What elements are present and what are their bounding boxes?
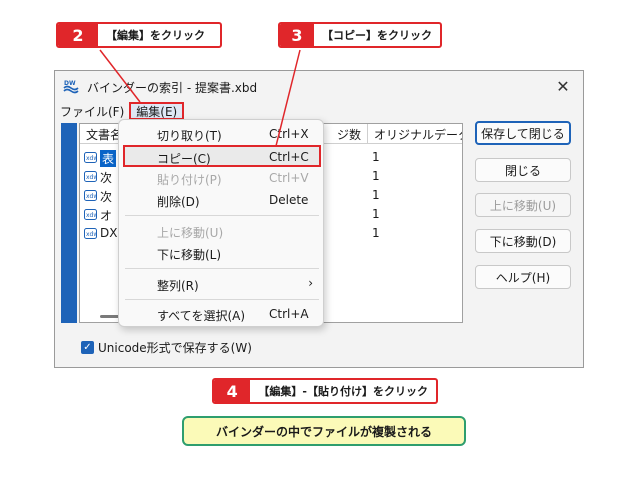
check-icon[interactable]: ✓ xyxy=(81,341,94,354)
unicode-save-label: Unicode形式で保存する(W) xyxy=(98,341,252,355)
callout-step-3: 3 【コピー】をクリック xyxy=(278,22,442,48)
title-bar: DW バインダーの索引 - 提案書.xbd ✕ xyxy=(55,71,583,101)
menu-edit[interactable]: 編集(E) xyxy=(129,102,185,120)
row-count: 1 xyxy=(372,226,380,240)
menu-item-move-up[interactable]: 上に移動(U) xyxy=(123,221,321,241)
menu-item-cut[interactable]: 切り取り(T) Ctrl+X xyxy=(123,124,321,144)
row-name: DX xyxy=(100,226,118,240)
menu-item-delete-shortcut: Delete xyxy=(269,193,309,207)
menu-separator xyxy=(125,299,319,300)
edit-menu-dropdown: 切り取り(T) Ctrl+X コピー(C) Ctrl+C 貼り付け(P) Ctr… xyxy=(118,119,324,327)
callout-step-3-text: 【コピー】をクリック xyxy=(322,29,432,42)
row-count: 1 xyxy=(372,188,380,202)
row-count: 1 xyxy=(372,207,380,221)
column-header-original-count[interactable]: オリジナルデータ数 xyxy=(368,124,462,144)
menu-item-move-down[interactable]: 下に移動(L) xyxy=(123,243,321,263)
menu-file[interactable]: ファイル(F) xyxy=(55,102,129,120)
move-up-button[interactable]: 上に移動(U) xyxy=(475,193,571,217)
help-button[interactable]: ヘルプ(H) xyxy=(475,265,571,289)
callout-step-4-number: 4 xyxy=(214,380,251,402)
menu-item-paste-shortcut: Ctrl+V xyxy=(269,171,309,185)
dw-binder-icon: DW xyxy=(63,80,79,94)
chevron-right-icon: › xyxy=(308,276,313,290)
menu-item-sort-label: 整列(R) xyxy=(157,279,199,293)
menu-item-copy[interactable]: コピー(C) Ctrl+C xyxy=(123,145,321,167)
menu-item-paste-label: 貼り付け(P) xyxy=(157,173,222,187)
svg-text:xdw: xdw xyxy=(86,174,97,181)
result-note: バインダーの中でファイルが複製される xyxy=(182,416,466,446)
document-icon: xdw xyxy=(84,228,97,239)
menu-item-delete-label: 削除(D) xyxy=(157,195,200,209)
window-title: バインダーの索引 - 提案書.xbd xyxy=(87,81,258,95)
menu-item-move-up-label: 上に移動(U) xyxy=(157,226,224,240)
menu-item-move-down-label: 下に移動(L) xyxy=(157,248,222,262)
binder-spine-bar xyxy=(61,123,77,323)
close-icon[interactable]: ✕ xyxy=(551,74,575,98)
menu-separator xyxy=(125,268,319,269)
menu-item-paste[interactable]: 貼り付け(P) Ctrl+V xyxy=(123,168,321,188)
menu-item-select-all-label: すべてを選択(A) xyxy=(157,309,246,323)
callout-step-4-text: 【編集】-【貼り付け】をクリック xyxy=(258,385,428,398)
menu-item-select-all-shortcut: Ctrl+A xyxy=(269,307,309,321)
document-icon: xdw xyxy=(84,152,97,163)
row-count: 1 xyxy=(372,150,380,164)
menu-item-cut-shortcut: Ctrl+X xyxy=(269,127,309,141)
row-name: 表 xyxy=(100,150,117,167)
move-down-button[interactable]: 下に移動(D) xyxy=(475,229,571,253)
unicode-save-option[interactable]: ✓ Unicode形式で保存する(W) xyxy=(81,339,252,356)
save-and-close-button[interactable]: 保存して閉じる xyxy=(475,121,571,145)
menu-separator xyxy=(125,215,319,216)
document-icon: xdw xyxy=(84,171,97,182)
document-icon: xdw xyxy=(84,209,97,220)
svg-text:xdw: xdw xyxy=(86,212,97,219)
menu-item-copy-label: コピー(C) xyxy=(157,152,211,166)
menu-item-copy-shortcut: Ctrl+C xyxy=(269,150,309,164)
menu-item-cut-label: 切り取り(T) xyxy=(157,129,222,143)
callout-step-4: 4 【編集】-【貼り付け】をクリック xyxy=(212,378,438,404)
callout-step-2-text: 【編集】をクリック xyxy=(106,29,205,42)
row-name: 次 xyxy=(100,171,113,185)
document-icon: xdw xyxy=(84,190,97,201)
svg-text:xdw: xdw xyxy=(86,231,97,238)
menu-item-select-all[interactable]: すべてを選択(A) Ctrl+A xyxy=(123,304,321,324)
callout-step-2-number: 2 xyxy=(58,24,98,46)
row-name: 次 xyxy=(100,190,113,204)
menu-item-delete[interactable]: 削除(D) Delete xyxy=(123,190,321,210)
close-button[interactable]: 閉じる xyxy=(475,158,571,182)
row-count: 1 xyxy=(372,169,380,183)
menu-item-sort[interactable]: 整列(R) › xyxy=(123,274,321,294)
callout-step-3-number: 3 xyxy=(280,24,314,46)
svg-text:xdw: xdw xyxy=(86,155,97,162)
row-name: オ xyxy=(100,209,113,223)
svg-text:xdw: xdw xyxy=(86,193,97,200)
callout-step-2: 2 【編集】をクリック xyxy=(56,22,222,48)
menu-bar: ファイル(F) 編集(E) xyxy=(55,101,583,121)
